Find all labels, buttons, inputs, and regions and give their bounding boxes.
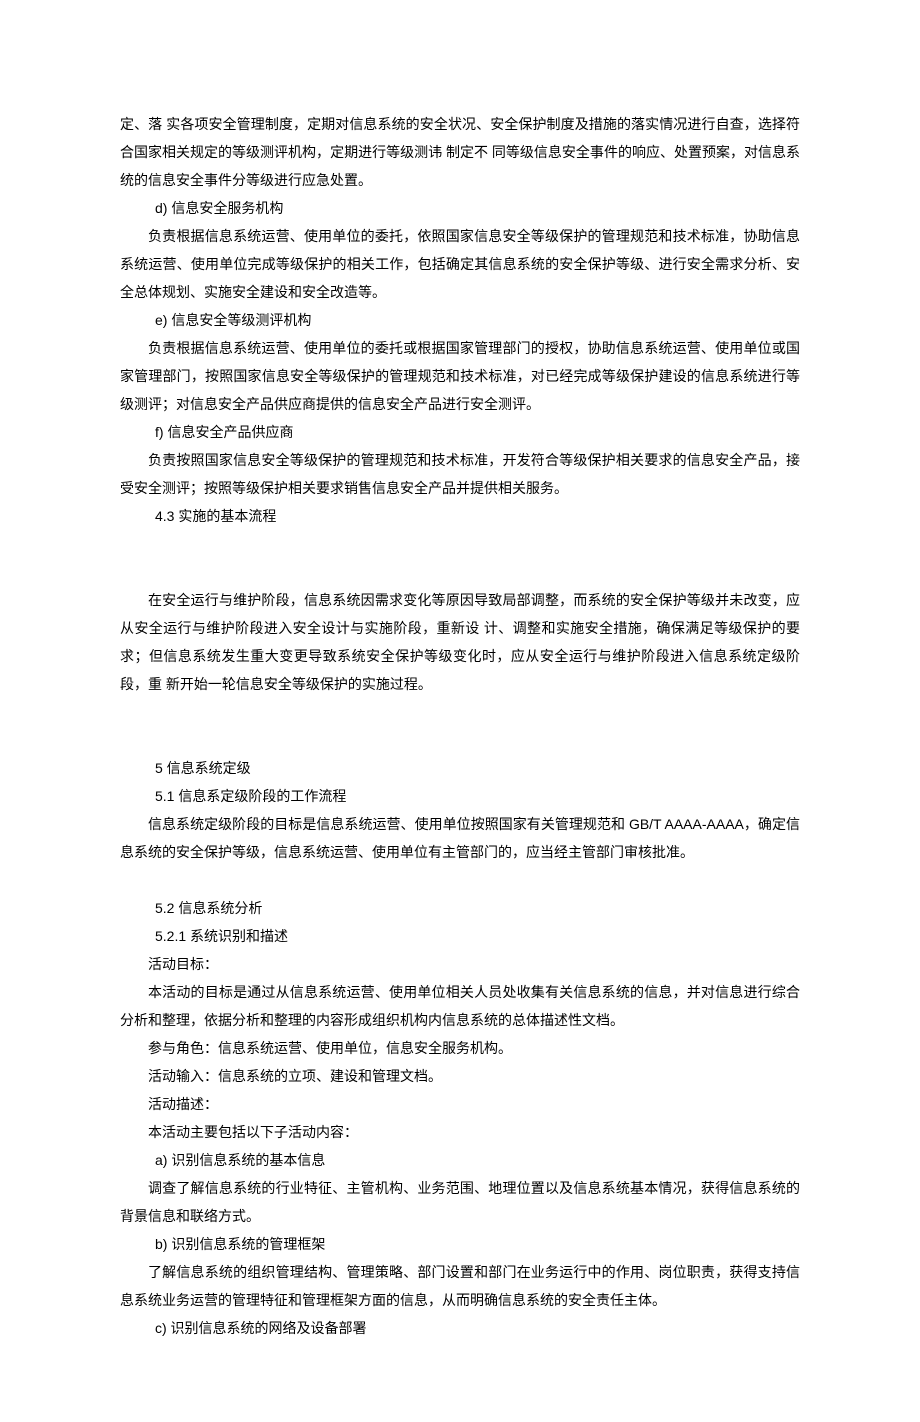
section-5-1-body: 信息系统定级阶段的目标是信息系统运营、使用单位按照国家有关管理规范和 GB/T … <box>120 810 800 866</box>
list-item-f-body: 负责按照国家信息安全等级保护的管理规范和技术标准，开发符合等级保护相关要求的信息… <box>120 446 800 502</box>
blank-space <box>120 530 800 586</box>
activity-role: 参与角色：信息系统运营、使用单位，信息安全服务机构。 <box>120 1034 800 1062</box>
section-5-1-heading: 5.1 信息系定级阶段的工作流程 <box>120 782 800 810</box>
sub-item-b-label: b) 识别信息系统的管理框架 <box>120 1230 800 1258</box>
section-5-2-heading: 5.2 信息系统分析 <box>120 894 800 922</box>
list-item-f-label: f) 信息安全产品供应商 <box>120 418 800 446</box>
section-4-3-body: 在安全运行与维护阶段，信息系统因需求变化等原因导致局部调整，而系统的安全保护等级… <box>120 586 800 698</box>
sub-item-a-label: a) 识别信息系统的基本信息 <box>120 1146 800 1174</box>
activity-input: 活动输入：信息系统的立项、建设和管理文档。 <box>120 1062 800 1090</box>
activity-goal-label: 活动目标： <box>120 950 800 978</box>
list-item-e-body: 负责根据信息系统运营、使用单位的委托或根据国家管理部门的授权，协助信息系统运营、… <box>120 334 800 418</box>
section-5-2-1-heading: 5.2.1 系统识别和描述 <box>120 922 800 950</box>
list-item-e-label: e) 信息安全等级测评机构 <box>120 306 800 334</box>
activity-desc-label: 活动描述： <box>120 1090 800 1118</box>
section-5-heading: 5 信息系统定级 <box>120 754 800 782</box>
list-item-d-label: d) 信息安全服务机构 <box>120 194 800 222</box>
sub-item-c-label: c) 识别信息系统的网络及设备部署 <box>120 1314 800 1342</box>
sub-item-b-body: 了解信息系统的组织管理结构、管理策略、部门设置和部门在业务运行中的作用、岗位职责… <box>120 1258 800 1314</box>
document-page: 定、落 实各项安全管理制度，定期对信息系统的安全状况、安全保护制度及措施的落实情… <box>0 0 920 1422</box>
sub-item-a-body: 调查了解信息系统的行业特征、主管机构、业务范围、地理位置以及信息系统基本情况，获… <box>120 1174 800 1230</box>
section-4-3-heading: 4.3 实施的基本流程 <box>120 502 800 530</box>
activity-desc-body: 本活动主要包括以下子活动内容： <box>120 1118 800 1146</box>
blank-space <box>120 698 800 754</box>
list-item-d-body: 负责根据信息系统运营、使用单位的委托，依照国家信息安全等级保护的管理规范和技术标… <box>120 222 800 306</box>
paragraph-continuation: 定、落 实各项安全管理制度，定期对信息系统的安全状况、安全保护制度及措施的落实情… <box>120 110 800 194</box>
activity-goal-body: 本活动的目标是通过从信息系统运营、使用单位相关人员处收集有关信息系统的信息，并对… <box>120 978 800 1034</box>
blank-space <box>120 866 800 894</box>
